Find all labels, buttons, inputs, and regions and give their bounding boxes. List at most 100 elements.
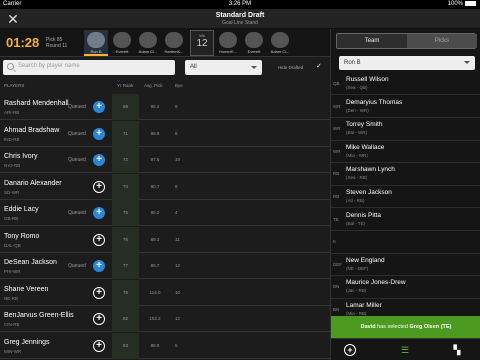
roster-player-team: (Jac - RB) [346, 288, 367, 294]
avatar [245, 32, 263, 48]
roster-row[interactable]: WR Torrey Smith (Bal - WR) [331, 118, 480, 141]
roster-row[interactable]: RB Steven Jackson (Atl - RB) [331, 186, 480, 209]
draft-slot[interactable]: HomerK... [216, 30, 240, 56]
draft-slot-name: Adam Cl... [270, 49, 290, 54]
chevron-down-icon [251, 66, 257, 69]
toast-text: has selected [375, 324, 410, 330]
table-row[interactable]: DeSean Jackson PHI-WR Queued +77 85.7 12 [0, 253, 330, 280]
roster-row[interactable]: TE Dennis Pitta (Bal - TE) [331, 209, 480, 231]
draft-slot-name: HarlemK... [164, 49, 184, 54]
player-position: ARI-RB [4, 110, 20, 115]
column-yr-rank[interactable]: Yr Rank [117, 83, 133, 88]
column-players[interactable]: PLAYERS [4, 83, 24, 88]
table-row[interactable]: Chris Ivory NYJ-RB Queued +72 97.6 10 [0, 147, 330, 174]
hide-drafted-checkbox[interactable]: ✓ [316, 62, 322, 70]
draft-slot[interactable]: Everett [242, 30, 266, 56]
table-row[interactable]: BenJarvus Green-Ellis CIN-RB +82 102.2 12 [0, 306, 330, 333]
draft-slot[interactable]: Ron B [84, 30, 108, 56]
table-row[interactable]: Eddie Lacy GB-RB Queued +75 85.2 4 [0, 200, 330, 227]
player-position: MIN-WR [4, 348, 22, 354]
team-panel: Team Picks Ron B QB Russell Wilson (Sea - … [330, 29, 480, 360]
bye-week: 9 [175, 104, 178, 109]
position-filter-select[interactable]: All [185, 60, 262, 75]
player-name: Shane Vereen [4, 285, 49, 293]
filter-bar: Search by player name All Hide Drafted ✓ [0, 57, 330, 78]
avatar [139, 32, 157, 48]
roster-row[interactable]: DEF New England (NE - DEF) [331, 254, 480, 277]
roster-row[interactable]: BN Maurice Jones-Drew (Jac - RB) [331, 276, 480, 299]
add-to-queue-icon[interactable]: + [93, 233, 105, 246]
add-to-queue-icon[interactable]: + [93, 207, 105, 219]
roster-position: DEF [333, 261, 342, 267]
roster-position: RB [333, 194, 340, 199]
add-to-queue-icon[interactable]: + [93, 339, 105, 352]
avg-pick: 80.7 [150, 183, 160, 189]
player-position: IND-RB [4, 136, 20, 142]
avg-pick: 102.2 [149, 316, 161, 321]
add-icon[interactable]: + [344, 344, 356, 356]
table-row[interactable]: Shane Vereen NE-RB +78 114.0 10 [0, 279, 330, 306]
toast-player: Greg Olsen (TE) [409, 324, 452, 330]
add-to-queue-icon[interactable]: + [93, 286, 105, 299]
roster-row[interactable]: K [331, 231, 480, 254]
roster-player-name: Demaryius Thomas [346, 98, 403, 106]
player-name: Greg Jennings [4, 338, 50, 346]
roster-player-team: (Sea - QB) [346, 85, 368, 90]
roster-row[interactable]: WR Mike Wallace (Mia - WR) [331, 141, 480, 164]
team-select[interactable]: Ron B [339, 56, 475, 70]
table-header: PLAYERS Yr Rank Avg. Pick Bye [0, 78, 330, 94]
battery-icon [465, 1, 476, 6]
list-icon[interactable]: ☰ [399, 344, 411, 356]
round-number: Round 11 [46, 43, 68, 49]
yr-rank: 82 [112, 306, 139, 332]
roster-position: WR [333, 126, 341, 132]
yr-rank: 83 [112, 332, 139, 359]
roster-player-name: Torrey Smith [346, 121, 383, 129]
draft-slot[interactable]: Adam Cl... [136, 30, 160, 56]
avg-pick: 96.9 [150, 130, 160, 136]
player-name: Danario Alexander [4, 179, 62, 187]
table-row[interactable]: Ahmad Bradshaw IND-RB Queued +71 96.9 8 [0, 120, 330, 147]
roster-position: WR [333, 103, 341, 109]
queued-label: Queued [68, 157, 86, 163]
tab-picks[interactable]: Picks [407, 34, 477, 48]
search-input[interactable]: Search by player name [3, 60, 175, 75]
draft-slot[interactable]: HarlemK... [162, 30, 186, 56]
avg-pick: 114.0 [149, 289, 161, 295]
draft-slot-name: Adam Cl... [138, 49, 158, 54]
roster-row[interactable]: RB Marshawn Lynch (Sea - RB) [331, 163, 480, 186]
table-row[interactable]: Tony Romo DAL-QB +76 89.3 11 [0, 226, 330, 253]
add-to-queue-icon[interactable]: + [93, 260, 105, 272]
yr-rank: 69 [112, 94, 139, 120]
roster-player-name: Maurice Jones-Drew [346, 279, 406, 287]
add-to-queue-icon[interactable]: + [93, 313, 105, 325]
avatar [113, 32, 131, 48]
roster-row[interactable]: WR Demaryius Thomas (Den - WR) [331, 96, 480, 118]
add-to-queue-icon[interactable]: + [93, 101, 105, 113]
avatar [87, 32, 105, 48]
table-row[interactable]: Rashard Mendenhall ARI-RB Queued +69 96.2 9 [0, 94, 330, 121]
roster-player-name: Dennis Pitta [346, 211, 382, 219]
avg-pick: 97.6 [150, 157, 160, 162]
tab-team[interactable]: Team [337, 34, 407, 48]
draft-slot[interactable]: Everett [110, 30, 134, 56]
column-avg-pick[interactable]: Avg. Pick [144, 83, 163, 88]
table-row[interactable]: Greg Jennings MIN-WR +83 88.8 5 [0, 332, 330, 359]
add-to-queue-icon[interactable]: + [93, 154, 105, 166]
hide-drafted-label: Hide Drafted [278, 65, 304, 70]
player-name: BenJarvus Green-Ellis [4, 312, 74, 319]
roster-position: BN [333, 307, 340, 312]
chat-icon[interactable]: ▚ [451, 344, 463, 356]
bye-week: 8 [175, 183, 178, 189]
bye-week: 4 [175, 210, 178, 215]
draft-slot[interactable]: Adam Cl... [268, 30, 292, 56]
player-position: NYJ-RB [4, 163, 21, 168]
roster-row[interactable]: QB Russell Wilson (Sea - QB) [331, 73, 480, 96]
add-to-queue-icon[interactable]: + [93, 180, 105, 193]
player-position: NE-RB [4, 295, 19, 301]
table-row[interactable]: Danario Alexander SD-WR +74 80.7 8 [0, 173, 330, 200]
add-to-queue-icon[interactable]: + [93, 127, 105, 140]
roster-player-name: Lamar Miller [346, 302, 382, 309]
column-bye[interactable]: Bye [175, 83, 183, 88]
player-name: DeSean Jackson [4, 259, 57, 266]
